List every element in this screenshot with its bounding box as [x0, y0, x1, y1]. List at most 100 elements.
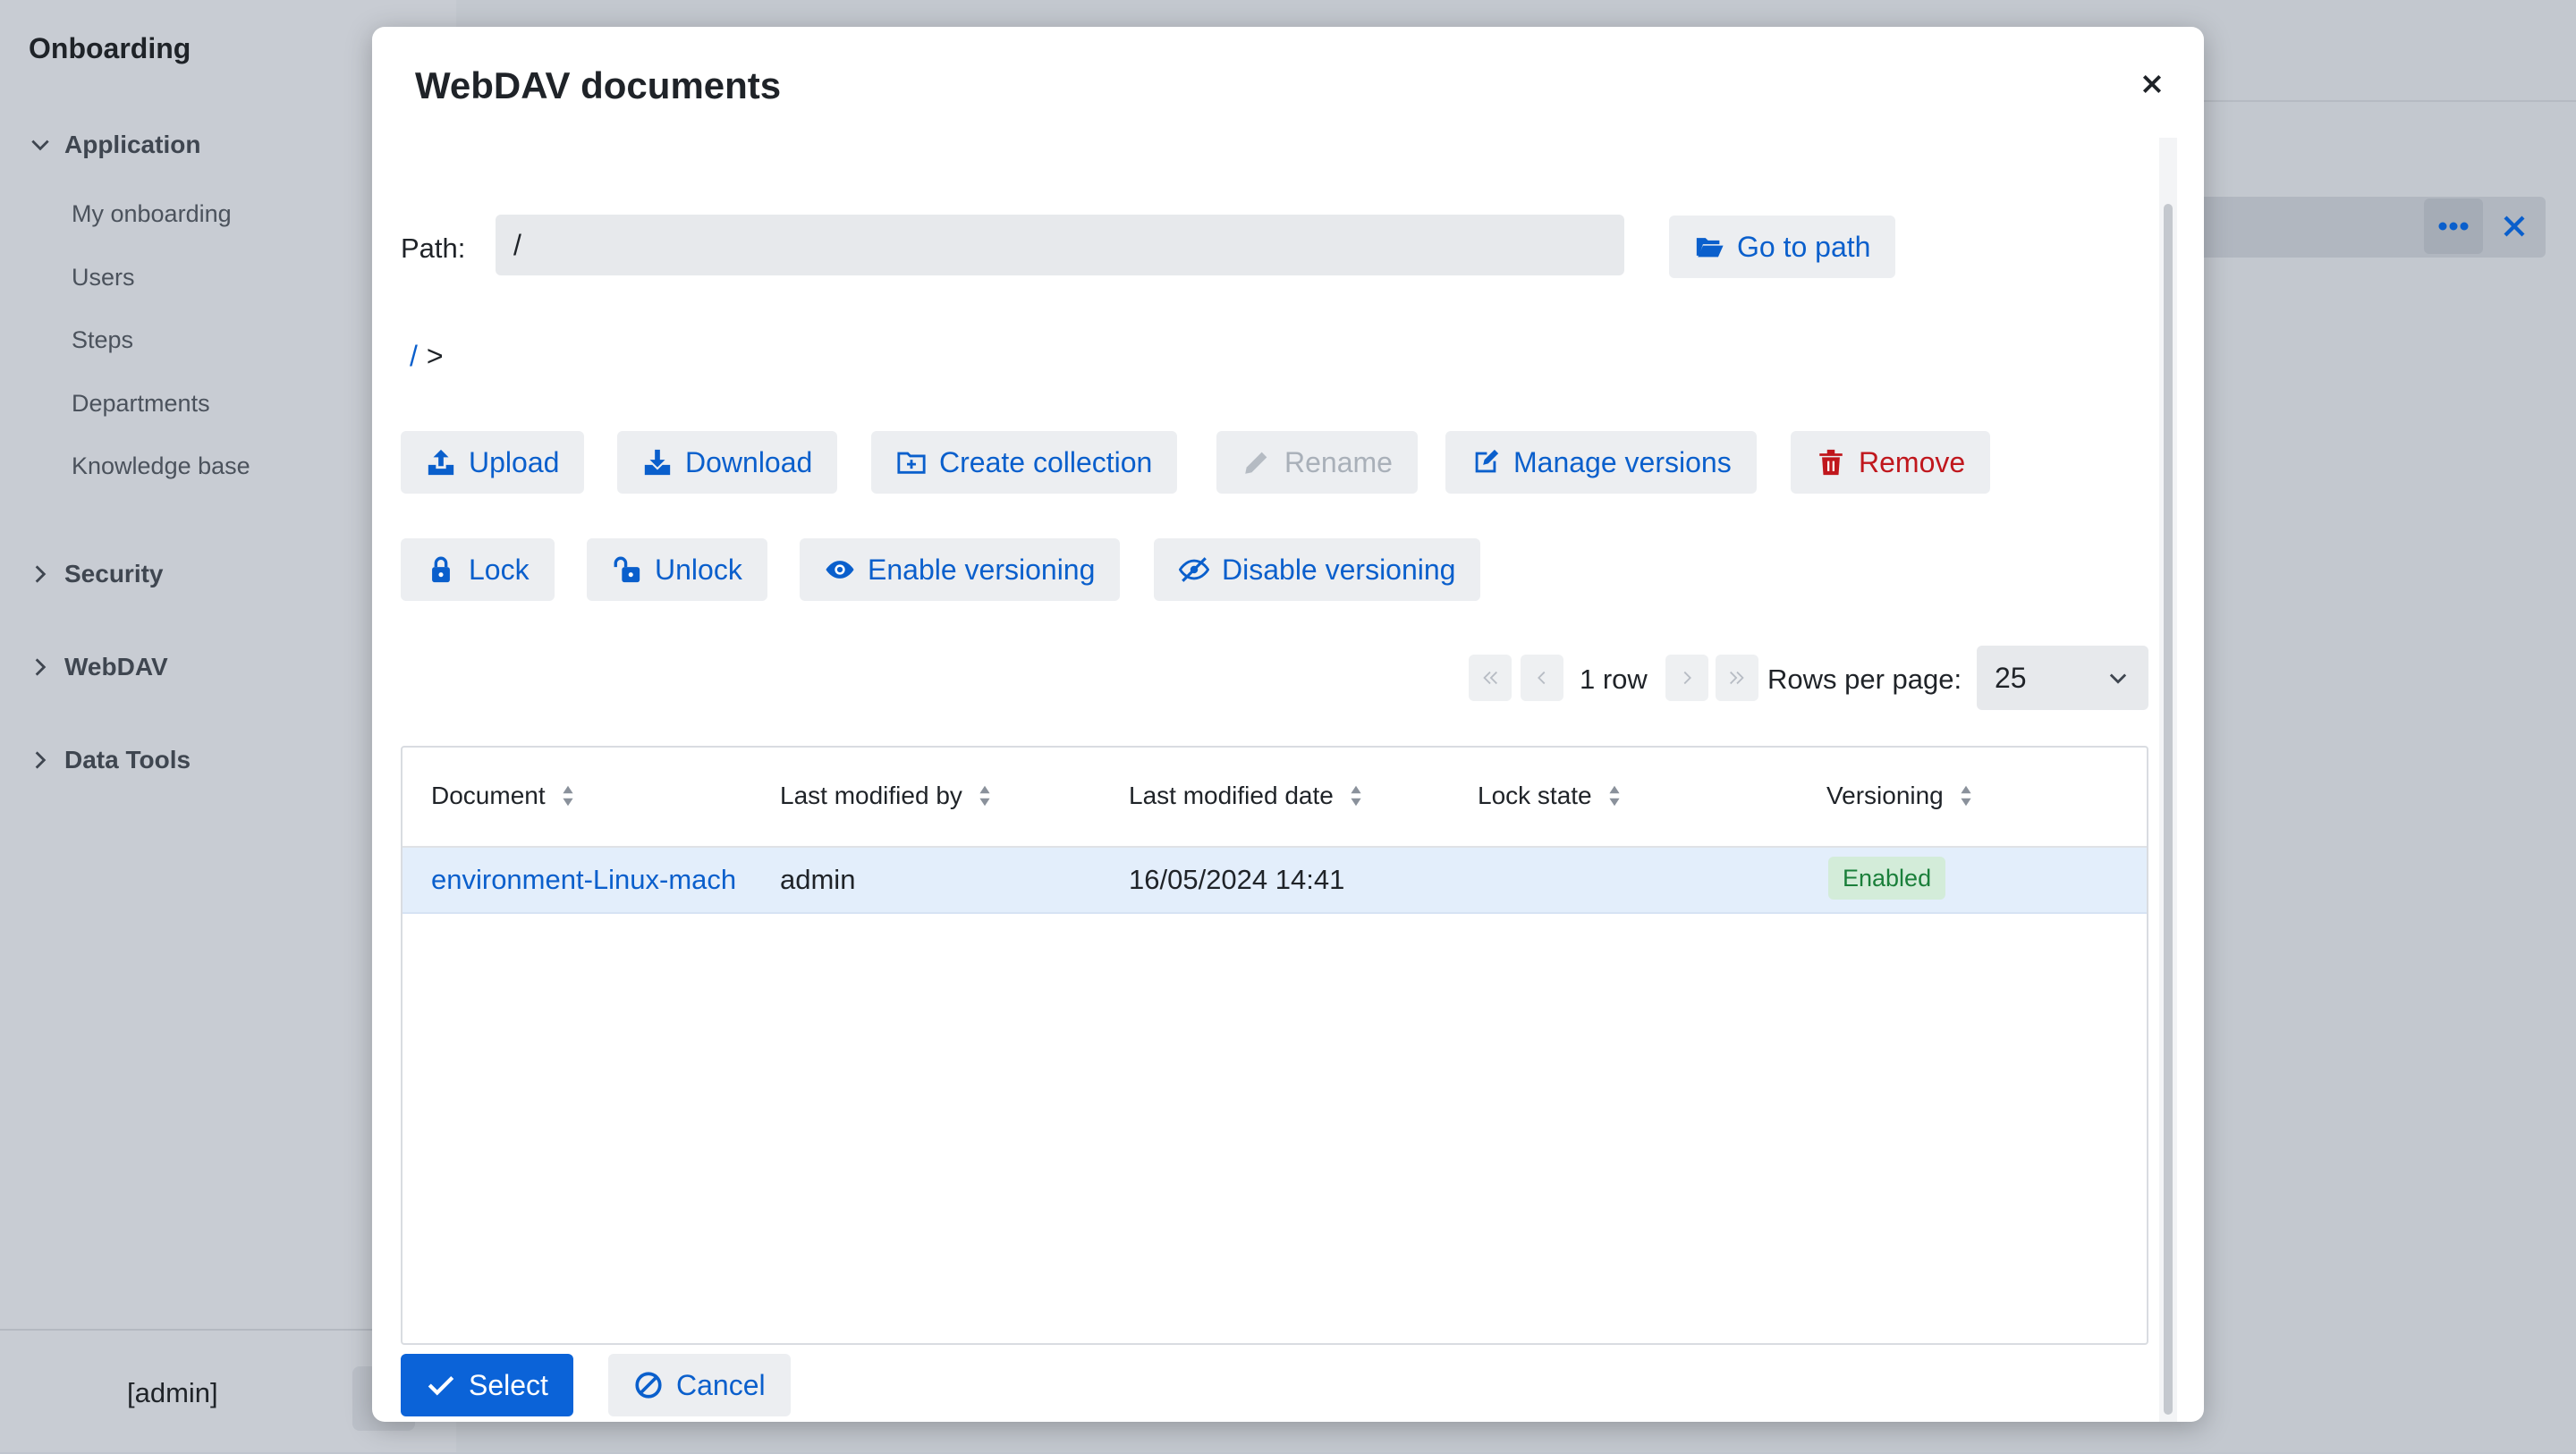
column-header-versioning[interactable]: Versioning	[1826, 782, 1974, 810]
column-header-label: Last modified date	[1129, 782, 1334, 809]
sort-icon	[979, 785, 990, 807]
column-header-last-modified-date[interactable]: Last modified date	[1129, 782, 1364, 810]
dialog-title: WebDAV documents	[415, 64, 782, 106]
double-chevron-left-icon	[1483, 671, 1497, 685]
rows-per-page-select[interactable]: 25	[1977, 646, 2148, 710]
upload-label: Upload	[469, 445, 560, 478]
go-to-path-button[interactable]: Go to path	[1669, 216, 1896, 278]
cancel-label: Cancel	[676, 1368, 766, 1401]
edit-icon	[1475, 449, 1499, 473]
upload-button[interactable]: Upload	[401, 431, 585, 494]
column-header-label: Last modified by	[780, 782, 962, 809]
enable-versioning-label: Enable versioning	[868, 553, 1096, 586]
go-to-path-label: Go to path	[1737, 230, 1871, 263]
nav-group-data-tools[interactable]: Data Tools	[29, 746, 191, 774]
unlock-button[interactable]: Unlock	[587, 538, 767, 601]
chevron-right-icon	[35, 565, 47, 583]
rows-per-page-value: 25	[1995, 661, 2027, 694]
chevron-right-icon	[1683, 671, 1691, 685]
lock-icon	[432, 556, 450, 583]
last-page-button[interactable]	[1716, 655, 1758, 701]
first-page-button[interactable]	[1469, 655, 1512, 701]
rows-per-page-label: Rows per page:	[1767, 664, 1962, 695]
prev-page-button[interactable]	[1521, 655, 1563, 701]
chevron-right-icon	[35, 658, 47, 676]
rename-label: Rename	[1284, 445, 1393, 478]
eye-icon	[826, 561, 854, 579]
folder-open-icon	[1696, 238, 1724, 258]
nav-group-application[interactable]: Application	[29, 131, 200, 159]
unlock-icon	[614, 556, 640, 583]
create-collection-button[interactable]: Create collection	[871, 431, 1178, 494]
nav-item-users[interactable]: Users	[72, 264, 135, 292]
nav-item-knowledge-base[interactable]: Knowledge base	[72, 452, 250, 480]
sort-icon	[1609, 785, 1620, 807]
path-label: Path:	[401, 232, 466, 264]
table-header: Document Last modified by Last modified …	[402, 748, 2147, 848]
breadcrumb-separator: >	[426, 340, 444, 372]
download-button[interactable]: Download	[617, 431, 838, 494]
dialog-close-button[interactable]	[2134, 66, 2170, 102]
path-input[interactable]	[496, 215, 1624, 275]
lock-button[interactable]: Lock	[401, 538, 555, 601]
manage-versions-button[interactable]: Manage versions	[1445, 431, 1757, 494]
cell-modified-date: 16/05/2024 14:41	[1129, 864, 1345, 895]
nav-item-my-onboarding[interactable]: My onboarding	[72, 200, 232, 228]
nav-group-webdav[interactable]: WebDAV	[29, 653, 168, 681]
webdav-documents-dialog: WebDAV documents Path: Go to path /> Upl…	[372, 27, 2204, 1422]
lock-label: Lock	[469, 553, 530, 586]
chevron-right-icon	[35, 751, 47, 769]
breadcrumb-root-link[interactable]: /	[410, 340, 418, 372]
folder-plus-icon	[897, 452, 926, 474]
next-page-button[interactable]	[1665, 655, 1708, 701]
nav-item-steps[interactable]: Steps	[72, 326, 133, 354]
download-icon	[644, 449, 671, 476]
document-name-link[interactable]: environment-Linux-mach	[431, 864, 753, 896]
enable-versioning-button[interactable]: Enable versioning	[800, 538, 1121, 601]
app-title: Onboarding	[29, 32, 191, 64]
disable-versioning-button[interactable]: Disable versioning	[1154, 538, 1481, 601]
nav-group-label: WebDAV	[64, 653, 168, 681]
manage-versions-label: Manage versions	[1513, 445, 1732, 478]
scrollbar-thumb[interactable]	[2164, 204, 2173, 1415]
user-label: [admin]	[127, 1377, 218, 1408]
download-label: Download	[685, 445, 813, 478]
column-header-label: Lock state	[1478, 782, 1592, 809]
nav-item-departments[interactable]: Departments	[72, 390, 210, 418]
sort-icon	[563, 785, 573, 807]
table-row[interactable]: environment-Linux-mach admin 16/05/2024 …	[402, 848, 2147, 914]
more-icon	[2438, 222, 2469, 231]
column-header-label: Versioning	[1826, 782, 1944, 809]
remove-button[interactable]: Remove	[1791, 431, 1991, 494]
more-button[interactable]	[2424, 199, 2483, 254]
column-header-label: Document	[431, 782, 546, 809]
column-header-document[interactable]: Document	[431, 782, 576, 810]
trash-icon	[1819, 449, 1843, 476]
row-count: 1 row	[1580, 664, 1648, 695]
column-header-lock-state[interactable]: Lock state	[1478, 782, 1623, 810]
eye-slash-icon	[1179, 557, 1209, 582]
sort-icon	[1351, 785, 1361, 807]
create-collection-label: Create collection	[939, 445, 1153, 478]
chevron-left-icon	[1538, 671, 1546, 685]
column-header-last-modified-by[interactable]: Last modified by	[780, 782, 993, 810]
nav-group-label: Security	[64, 560, 164, 588]
cancel-button[interactable]: Cancel	[608, 1354, 791, 1416]
pencil-icon	[1245, 452, 1267, 474]
check-icon	[428, 1375, 454, 1396]
cell-modified-by: admin	[780, 864, 856, 895]
rename-button[interactable]: Rename	[1216, 431, 1418, 494]
nav-group-label: Application	[64, 131, 201, 158]
double-chevron-right-icon	[1730, 671, 1744, 685]
breadcrumb: / >	[410, 340, 444, 373]
nav-group-security[interactable]: Security	[29, 560, 164, 588]
select-button[interactable]: Select	[401, 1354, 573, 1416]
ban-icon	[635, 1372, 662, 1399]
close-icon	[2142, 74, 2162, 94]
close-icon	[2504, 216, 2525, 237]
disable-versioning-label: Disable versioning	[1222, 553, 1456, 586]
chevron-down-icon	[31, 139, 49, 151]
remove-label: Remove	[1859, 445, 1966, 478]
documents-table: Document Last modified by Last modified …	[401, 746, 2148, 1345]
close-tab-button[interactable]	[2485, 199, 2544, 254]
